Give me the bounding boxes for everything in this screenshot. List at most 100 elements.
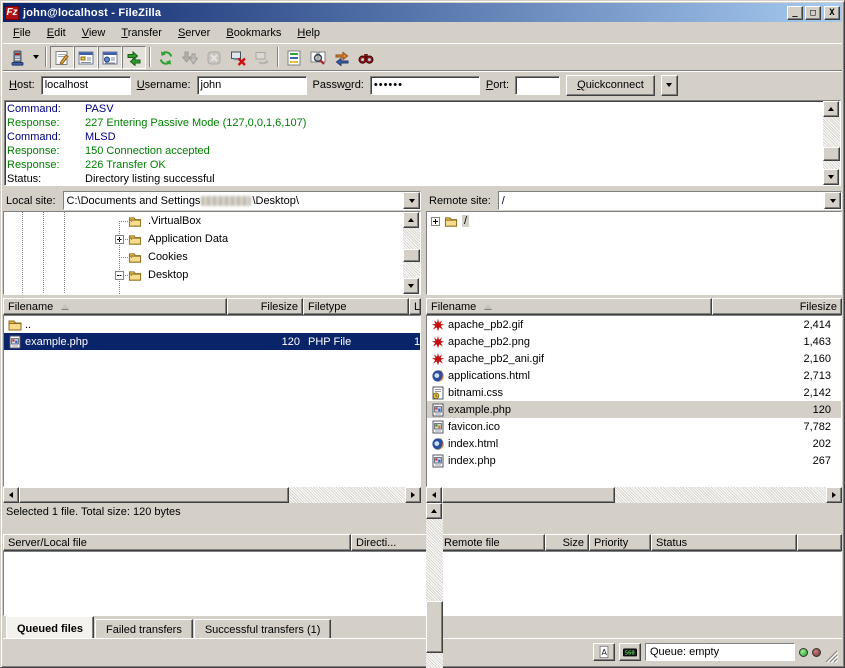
column-header-priority[interactable]: Priority xyxy=(589,534,651,551)
speed-limit-icon[interactable]: 560 xyxy=(619,643,641,661)
file-modified-cell xyxy=(410,316,420,333)
file-row[interactable]: example.php120 xyxy=(427,401,841,418)
port-input[interactable] xyxy=(515,76,560,95)
combo-dropdown-icon[interactable] xyxy=(824,192,841,209)
file-row[interactable]: apache_pb2.gif2,414 xyxy=(427,316,841,333)
tree-item-root[interactable]: / xyxy=(427,212,841,230)
scroll-thumb[interactable] xyxy=(823,147,840,161)
toggle-message-log-button[interactable] xyxy=(50,46,74,69)
file-row[interactable]: index.html202 xyxy=(427,435,841,452)
scroll-thumb[interactable] xyxy=(442,487,615,503)
column-header-server-local-file[interactable]: Server/Local file xyxy=(3,534,351,551)
column-header-filename[interactable]: Filename xyxy=(426,298,712,315)
column-header-remote-file[interactable]: Remote file xyxy=(439,534,545,551)
menu-item-help[interactable]: Help xyxy=(289,25,328,41)
tree-item-cookies[interactable]: Cookies xyxy=(4,248,403,266)
menu-item-transfer[interactable]: Transfer xyxy=(113,25,170,41)
quickconnect-button[interactable]: Quickconnect xyxy=(566,75,655,96)
tab-failed-transfers[interactable]: Failed transfers xyxy=(95,619,193,638)
file-row[interactable]: example.php120PHP File1 xyxy=(4,333,420,350)
local-site-combo[interactable]: C:\Documents and Settings\Desktop\ xyxy=(63,191,421,210)
host-input[interactable]: localhost xyxy=(41,76,131,95)
column-header-l[interactable]: L xyxy=(409,298,421,315)
menu-item-edit[interactable]: Edit xyxy=(39,25,74,41)
scroll-right-icon[interactable] xyxy=(405,487,421,503)
sort-ascending-icon xyxy=(61,304,69,309)
local-tree-scrollbar[interactable] xyxy=(403,212,420,294)
menu-item-view[interactable]: View xyxy=(74,25,114,41)
site-manager-button[interactable] xyxy=(5,46,29,69)
toggle-local-tree-button[interactable] xyxy=(74,46,98,69)
filter-button[interactable] xyxy=(282,46,306,69)
tree-item--virtualbox[interactable]: .VirtualBox xyxy=(4,212,403,230)
column-header-filesize[interactable]: Filesize xyxy=(227,298,303,315)
minimize-button[interactable]: _ xyxy=(787,6,803,20)
image-icon xyxy=(431,318,445,332)
file-row[interactable]: .. xyxy=(4,316,420,333)
column-header-size[interactable]: Size xyxy=(545,534,589,551)
toggle-remote-tree-button[interactable] xyxy=(98,46,122,69)
tab-queued-files[interactable]: Queued files xyxy=(6,616,94,638)
password-input[interactable]: •••••• xyxy=(370,76,480,95)
scroll-down-icon[interactable] xyxy=(823,169,839,185)
scroll-up-icon[interactable] xyxy=(403,212,419,228)
file-row[interactable]: bitnami.css2,142 xyxy=(427,384,841,401)
maximize-button[interactable]: □ xyxy=(805,6,821,20)
file-name-cell: example.php xyxy=(4,333,228,350)
process-queue-button[interactable] xyxy=(178,46,202,69)
remote-list-scrollbar[interactable] xyxy=(426,503,443,668)
scroll-thumb[interactable] xyxy=(19,487,289,503)
file-row[interactable]: apache_pb2.png1,463 xyxy=(427,333,841,350)
scroll-right-icon[interactable] xyxy=(826,487,842,503)
file-row[interactable]: apache_pb2_ani.gif2,160 xyxy=(427,350,841,367)
menu-item-bookmarks[interactable]: Bookmarks xyxy=(218,25,289,41)
close-button[interactable]: X xyxy=(824,6,840,20)
remote-pane: Remote site: / / FilenameFilesize apache… xyxy=(426,191,842,527)
file-row[interactable]: index.php267 xyxy=(427,452,841,469)
file-row[interactable]: applications.html2,713 xyxy=(427,367,841,384)
tree-item-desktop[interactable]: Desktop xyxy=(4,266,403,284)
message-log-scrollbar[interactable] xyxy=(823,101,840,185)
directory-comparison-button[interactable] xyxy=(306,46,330,69)
toggle-transfer-queue-button[interactable] xyxy=(122,46,146,69)
log-line-type: Response: xyxy=(7,158,85,172)
column-header-filesize[interactable]: Filesize xyxy=(712,298,842,315)
remote-path-value[interactable]: / xyxy=(499,192,824,209)
scroll-left-icon[interactable] xyxy=(3,487,19,503)
refresh-button[interactable] xyxy=(154,46,178,69)
file-row[interactable]: favicon.ico7,782 xyxy=(427,418,841,435)
find-files-button[interactable] xyxy=(354,46,378,69)
remote-hscrollbar[interactable] xyxy=(426,487,842,503)
log-line: Response:227 Entering Passive Mode (127,… xyxy=(7,116,823,130)
username-input[interactable]: john xyxy=(197,76,307,95)
tab-successful-transfers-1-[interactable]: Successful transfers (1) xyxy=(194,619,332,638)
synchronized-browsing-button[interactable] xyxy=(330,46,354,69)
column-header-status[interactable]: Status xyxy=(651,534,797,551)
tree-item-application-data[interactable]: Application Data xyxy=(4,230,403,248)
column-header-filetype[interactable]: Filetype xyxy=(303,298,409,315)
combo-dropdown-icon[interactable] xyxy=(403,192,420,209)
tree-item-label: Cookies xyxy=(146,251,190,263)
column-header-filename[interactable]: Filename xyxy=(3,298,227,315)
scroll-up-icon[interactable] xyxy=(823,101,839,117)
expand-icon[interactable] xyxy=(431,217,440,226)
scroll-up-icon[interactable] xyxy=(426,503,442,519)
disconnect-button[interactable] xyxy=(226,46,250,69)
local-path-value[interactable]: C:\Documents and Settings\Desktop\ xyxy=(64,192,403,209)
scroll-down-icon[interactable] xyxy=(403,278,419,294)
scroll-thumb[interactable] xyxy=(426,601,443,653)
quickconnect-dropdown-icon[interactable] xyxy=(661,75,678,96)
cancel-operation-button[interactable] xyxy=(202,46,226,69)
queue-splitter[interactable] xyxy=(3,527,842,534)
column-header-spacer[interactable] xyxy=(797,534,842,551)
resize-grip-icon[interactable] xyxy=(825,650,838,663)
transfer-type-icon[interactable]: A xyxy=(593,643,615,661)
menu-item-server[interactable]: Server xyxy=(170,25,218,41)
scroll-left-icon[interactable] xyxy=(426,487,442,503)
menu-item-file[interactable]: File xyxy=(5,25,39,41)
local-hscrollbar[interactable] xyxy=(3,487,421,503)
reconnect-button[interactable] xyxy=(250,46,274,69)
scroll-thumb[interactable] xyxy=(403,249,420,262)
remote-site-combo[interactable]: / xyxy=(498,191,842,210)
toolbar-dropdown-icon[interactable] xyxy=(29,46,42,69)
